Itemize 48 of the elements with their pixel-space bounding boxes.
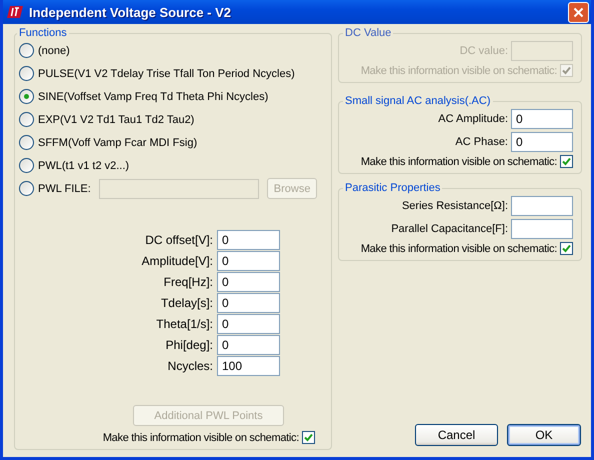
- param-field[interactable]: 0: [217, 293, 280, 313]
- checkbox-label: Make this information visible on schematic:: [360, 156, 557, 168]
- group-title: DC Value: [344, 27, 392, 39]
- value-field[interactable]: [511, 219, 573, 239]
- param-label: Theta[1/s]:: [155, 317, 213, 331]
- field-label: Parallel Capacitance[F]:: [391, 223, 508, 235]
- function-radio[interactable]: EXP(V1 V2 Td1 Tau1 Td2 Tau2): [19, 108, 325, 131]
- field-label: AC Phase:: [455, 136, 508, 148]
- function-radio[interactable]: SINE(Voffset Vamp Freq Td Theta Phi Ncycles): [19, 85, 325, 108]
- field-label: AC Amplitude:: [438, 113, 508, 125]
- param-field[interactable]: 0: [217, 335, 280, 355]
- param-label: Amplitude[V]:: [140, 254, 213, 268]
- value-field[interactable]: [511, 41, 573, 61]
- value-field[interactable]: 0: [511, 109, 573, 129]
- visible-checkbox[interactable]: [560, 242, 573, 255]
- param-label: Tdelay[s]:: [160, 296, 213, 310]
- param-label: Freq[Hz]:: [162, 275, 213, 289]
- dialog-button[interactable]: Cancel: [415, 424, 498, 446]
- visible-checkbox[interactable]: [560, 155, 573, 168]
- param-field[interactable]: 100: [217, 356, 280, 376]
- param-field[interactable]: 0: [217, 251, 280, 271]
- value-field[interactable]: 0: [511, 132, 573, 152]
- logo-icon: [7, 6, 23, 18]
- param-field[interactable]: 0: [217, 272, 280, 292]
- group-title: Small signal AC analysis(.AC): [344, 95, 492, 107]
- function-radio[interactable]: PWL(t1 v1 t2 v2...): [19, 154, 325, 177]
- function-radio[interactable]: (none): [19, 39, 325, 62]
- param-label: DC offset[V]:: [144, 233, 213, 247]
- param-label: Phi[deg]:: [164, 338, 213, 352]
- param-field[interactable]: 0: [217, 230, 280, 250]
- checkbox-label: Make this information visible on schematic:: [360, 64, 557, 76]
- function-radio[interactable]: PWL FILE:: [19, 177, 91, 200]
- param-field[interactable]: 0: [217, 314, 280, 334]
- visible-checkbox[interactable]: [302, 431, 315, 444]
- checkbox-label: Make this information visible on schematic:: [360, 242, 557, 254]
- value-field[interactable]: [511, 196, 573, 216]
- field-label: Series Resistance[Ω]:: [402, 200, 508, 212]
- dialog-button[interactable]: OK: [507, 424, 581, 446]
- group-title: Functions: [18, 27, 68, 39]
- field-label: DC value:: [460, 45, 508, 57]
- close-button[interactable]: [568, 2, 589, 22]
- window-title: Independent Voltage Source - V2: [29, 4, 232, 20]
- checkbox-label: Make this information visible on schematic:: [102, 432, 299, 444]
- param-label: Ncycles:: [166, 359, 213, 373]
- close-icon: [573, 6, 584, 18]
- function-radio[interactable]: PULSE(V1 V2 Tdelay Trise Tfall Ton Period Ncycles): [19, 62, 325, 85]
- group-title: Parasitic Properties: [344, 182, 442, 194]
- function-radio[interactable]: SFFM(Voff Vamp Fcar MDI Fsig): [19, 131, 325, 154]
